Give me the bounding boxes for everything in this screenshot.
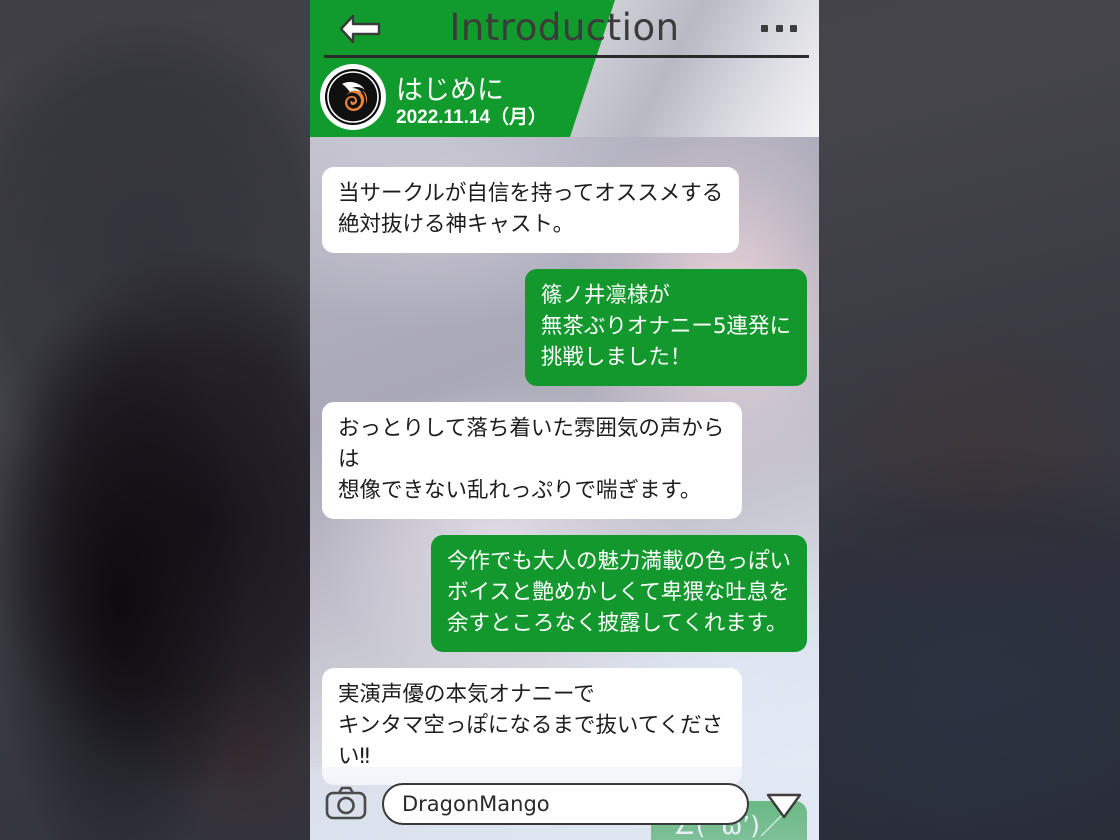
avatar[interactable] <box>322 66 384 128</box>
message-input-bar <box>310 767 819 840</box>
message-bubble-outgoing[interactable]: 篠ノ井凛様が 無茶ぶりオナニー5連発に 挑戦しました！ <box>524 269 807 386</box>
dot-1 <box>761 24 768 32</box>
send-triangle-icon[interactable] <box>763 784 805 824</box>
page-title: Introduction <box>449 6 680 49</box>
message-bubble-outgoing[interactable]: 今作でも大人の魅力満載の色っぽい ボイスと艶めかしくて卑猥な吐息を 余すところな… <box>430 535 807 652</box>
message-bubble-incoming[interactable]: おっとりして落ち着いた雰囲気の声からは 想像できない乱れっぷりで喘ぎます。 <box>322 402 742 519</box>
more-options-icon[interactable] <box>761 16 797 40</box>
message-row: 篠ノ井凛様が 無茶ぶりオナニー5連発に 挑戦しました！ <box>310 269 819 386</box>
message-row: 当サークルが自信を持ってオススメする 絶対抜ける神キャスト。 <box>310 167 819 253</box>
back-arrow-icon[interactable] <box>336 12 384 46</box>
message-bubble-incoming[interactable]: 当サークルが自信を持ってオススメする 絶対抜ける神キャスト。 <box>322 167 740 253</box>
message-row: おっとりして落ち着いた雰囲気の声からは 想像できない乱れっぷりで喘ぎます。 <box>310 402 819 519</box>
header-divider <box>324 55 809 58</box>
message-row: 今作でも大人の魅力満載の色っぽい ボイスと艶めかしくて卑猥な吐息を 余すところな… <box>310 535 819 652</box>
message-input[interactable] <box>382 782 749 825</box>
dot-2 <box>775 24 783 32</box>
camera-icon[interactable] <box>324 784 368 824</box>
message-date: 2022.11.14（月） <box>396 107 548 128</box>
message-list: 当サークルが自信を持ってオススメする 絶対抜ける神キャスト。 篠ノ井凛様が 無茶… <box>310 137 819 840</box>
dot-3 <box>790 24 797 32</box>
chat-header: Introduction はじめに 2022.11.14（月） <box>310 0 819 137</box>
chat-panel: Introduction はじめに 2022.11.14（月） 当サークルが自信… <box>310 0 819 840</box>
